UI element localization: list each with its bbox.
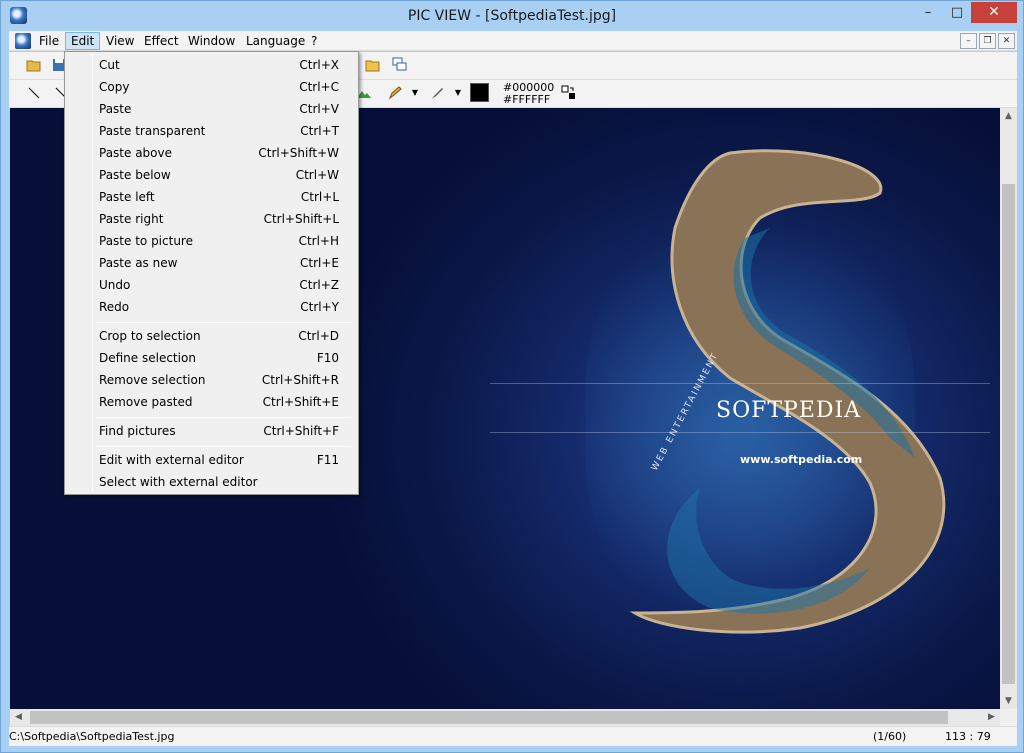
softpedia-logo: SOFTPEDIA: [716, 398, 862, 423]
scroll-corner: [1000, 709, 1017, 726]
status-file-path: C:\Softpedia\SoftpediaTest.jpg: [9, 730, 175, 743]
menu-item-paste-right[interactable]: Paste right Ctrl+Shift+L: [68, 208, 355, 230]
menu-view[interactable]: View: [101, 32, 139, 50]
menu-bar: File Edit View Effect Window Language ? …: [9, 31, 1017, 51]
menu-item-define-selection[interactable]: Define selection F10: [68, 347, 355, 369]
menu-edit[interactable]: Edit: [65, 32, 101, 50]
vertical-scrollbar[interactable]: ▲ ▼: [1000, 108, 1017, 709]
vertical-scroll-thumb[interactable]: [1002, 184, 1015, 684]
menu-item-paste-below[interactable]: Paste below Ctrl+W: [68, 164, 355, 186]
background-color-value: #FFFFFF: [503, 93, 551, 106]
pencil-icon[interactable]: [387, 85, 403, 101]
menu-item-paste[interactable]: Paste Ctrl+V: [68, 98, 355, 120]
edit-menu-dropdown: Cut Ctrl+X Copy Ctrl+C Paste Ctrl+V Paste t…: [64, 51, 359, 495]
menu-language[interactable]: Language: [241, 32, 310, 50]
menu-item-crop-to-selection[interactable]: Crop to selection Ctrl+D: [68, 325, 355, 347]
menu-effect[interactable]: Effect: [139, 32, 184, 50]
status-cursor-coords: 113 : 79: [945, 730, 991, 743]
line-tool-icon[interactable]: [26, 85, 42, 101]
menu-item-redo[interactable]: Redo Ctrl+Y: [68, 296, 355, 318]
menu-item-paste-to-picture[interactable]: Paste to picture Ctrl+H: [68, 230, 355, 252]
menu-separator: [96, 322, 352, 323]
mdi-minimize-button[interactable]: –: [960, 33, 977, 49]
menu-separator: [96, 417, 352, 418]
menu-window[interactable]: Window: [183, 32, 240, 50]
menu-item-undo[interactable]: Undo Ctrl+Z: [68, 274, 355, 296]
horizontal-scrollbar[interactable]: ◀ ▶: [10, 709, 1000, 726]
maximize-button[interactable]: □: [943, 2, 971, 23]
menu-item-edit-external[interactable]: Edit with external editor F11: [68, 449, 355, 471]
minimize-button[interactable]: –: [914, 2, 942, 23]
color-values: #000000 #FFFFFF: [503, 82, 554, 106]
brush-icon[interactable]: [429, 85, 445, 101]
softpedia-url: www.softpedia.com: [740, 453, 863, 466]
close-button[interactable]: ✕: [971, 2, 1017, 23]
status-picture-count: (1/60): [873, 730, 907, 743]
menu-item-remove-selection[interactable]: Remove selection Ctrl+Shift+R: [68, 369, 355, 391]
menu-item-find-pictures[interactable]: Find pictures Ctrl+Shift+F: [68, 420, 355, 442]
scroll-down-icon[interactable]: ▼: [1000, 693, 1017, 709]
scroll-up-icon[interactable]: ▲: [1000, 108, 1017, 124]
menu-item-paste-left[interactable]: Paste left Ctrl+L: [68, 186, 355, 208]
menu-item-cut[interactable]: Cut Ctrl+X: [68, 54, 355, 76]
scroll-right-icon[interactable]: ▶: [983, 709, 1000, 726]
color-swatch[interactable]: [470, 83, 489, 102]
pencil-dropdown-icon[interactable]: ▼: [407, 85, 423, 101]
menu-help[interactable]: ?: [306, 32, 322, 50]
menu-item-select-external[interactable]: Select with external editor: [68, 471, 355, 493]
mdi-restore-button[interactable]: ❐: [979, 33, 996, 49]
menu-item-paste-as-new[interactable]: Paste as new Ctrl+E: [68, 252, 355, 274]
status-bar: C:\Softpedia\SoftpediaTest.jpg (1/60) 11…: [9, 726, 1017, 746]
mdi-close-button[interactable]: ✕: [998, 33, 1015, 49]
menu-item-copy[interactable]: Copy Ctrl+C: [68, 76, 355, 98]
menu-item-remove-pasted[interactable]: Remove pasted Ctrl+Shift+E: [68, 391, 355, 413]
open-folder-icon[interactable]: [26, 57, 42, 73]
folder-icon[interactable]: [365, 57, 381, 73]
menu-item-paste-above[interactable]: Paste above Ctrl+Shift+W: [68, 142, 355, 164]
menu-separator: [96, 446, 352, 447]
app-window: PIC VIEW - [SoftpediaTest.jpg] – □ ✕ Fil…: [0, 0, 1024, 753]
horizontal-scroll-thumb[interactable]: [30, 711, 948, 724]
swap-colors-icon[interactable]: [561, 85, 577, 101]
windows-cascade-icon[interactable]: [392, 57, 408, 73]
title-bar[interactable]: PIC VIEW - [SoftpediaTest.jpg] – □ ✕: [1, 1, 1023, 31]
menu-file[interactable]: File: [34, 32, 64, 50]
scroll-left-icon[interactable]: ◀: [10, 709, 27, 726]
brush-dropdown-icon[interactable]: ▼: [450, 85, 466, 101]
window-title: PIC VIEW - [SoftpediaTest.jpg]: [407, 8, 617, 24]
menu-item-paste-transparent[interactable]: Paste transparent Ctrl+T: [68, 120, 355, 142]
document-icon[interactable]: [15, 33, 31, 49]
swatch-fill: [471, 84, 488, 101]
